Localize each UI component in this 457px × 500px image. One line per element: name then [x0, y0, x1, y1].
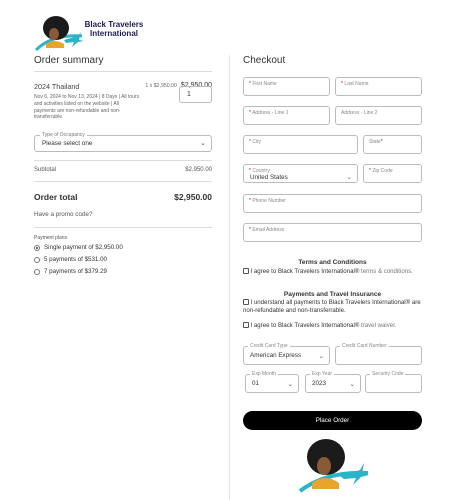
item-description: Nov 6, 2024 to Nov 13, 2024 | 8 Days | A…	[34, 94, 140, 121]
phone-label: * Phone Number	[249, 198, 286, 204]
divider	[34, 71, 212, 72]
terms-checkbox-row[interactable]: I agree to Black Travelers International…	[243, 268, 422, 276]
payments-text: I understand all payments to Black Trave…	[243, 299, 421, 314]
zip-code-label: * Zip Code	[369, 168, 393, 174]
brand-name: Black Travelers International	[84, 20, 144, 38]
state-label: State*	[369, 139, 383, 145]
payment-plan-option[interactable]: 5 payments of $531.00	[34, 256, 107, 263]
chevron-down-icon: ⌄	[200, 140, 206, 147]
quantity-input[interactable]: 1	[179, 86, 212, 103]
logo-mark-icon	[298, 439, 369, 493]
payment-plan-option[interactable]: Single payment of $2,950.00	[34, 244, 123, 251]
payment-plans-label: Payment plans	[34, 235, 68, 241]
promo-code-link[interactable]: Have a promo code?	[34, 211, 92, 218]
brand-logo[interactable]: Black Travelers International	[34, 14, 149, 52]
card-number-field[interactable]: Credit Card Number	[335, 343, 422, 365]
card-type-label: Credit Card Type	[248, 343, 290, 349]
place-order-button[interactable]: Place Order	[243, 411, 422, 430]
brand-name-line2: International	[89, 29, 138, 38]
payments-title: Payments and Travel Insurance	[283, 291, 382, 298]
occupancy-value: Please select one	[42, 140, 93, 147]
waiver-text: I agree to Black Travelers International…	[250, 322, 362, 329]
country-value: United States	[250, 174, 288, 181]
chevron-down-icon: ⌄	[346, 174, 352, 181]
city-label: * City	[249, 139, 261, 145]
payment-plan-label: 7 payments of $379.29	[44, 268, 107, 275]
item-qty-price: 1 x $2,950.00	[145, 83, 177, 89]
checkbox-icon[interactable]	[243, 322, 249, 328]
column-divider	[229, 55, 230, 500]
waiver-link[interactable]: travel waiver.	[361, 322, 397, 329]
order-summary-heading: Order summary	[34, 55, 104, 66]
payment-plan-option[interactable]: 7 payments of $379.29	[34, 268, 107, 275]
city-field[interactable]: * City	[243, 135, 358, 154]
occupancy-select[interactable]: Type of Occupancy Please select one ⌄	[34, 132, 212, 152]
card-number-label: Credit Card Number	[340, 343, 389, 349]
terms-link[interactable]: terms & conditions.	[361, 268, 413, 275]
state-field[interactable]: State*	[363, 135, 422, 154]
last-name-label: * Last Name	[341, 81, 369, 87]
payments-checkbox-row[interactable]: I understand all payments to Black Trave…	[243, 299, 422, 314]
country-select[interactable]: * Country United States ⌄	[243, 164, 358, 183]
address-line1-field[interactable]: * Address - Line 1	[243, 106, 330, 125]
first-name-label: * First Name	[249, 81, 277, 87]
zip-code-field[interactable]: * Zip Code	[363, 164, 422, 183]
payment-plan-label: 5 payments of $531.00	[44, 256, 107, 263]
exp-month-label: Exp Month	[250, 371, 278, 377]
divider	[34, 160, 212, 161]
exp-month-value: 01	[252, 380, 260, 387]
card-type-select[interactable]: Credit Card Type American Express ⌄	[243, 343, 330, 365]
terms-text: I agree to Black Travelers International…	[250, 268, 362, 275]
subtotal-row: Subtotal $2,950.00	[34, 167, 212, 173]
exp-year-label: Exp Year	[310, 371, 335, 377]
email-label: * Email Address	[249, 227, 285, 233]
payment-plan-label: Single payment of $2,950.00	[44, 244, 123, 251]
divider	[34, 181, 212, 182]
checkbox-icon[interactable]	[243, 299, 249, 305]
subtotal-label: Subtotal	[34, 167, 57, 173]
radio-icon[interactable]	[34, 268, 40, 275]
checkbox-icon[interactable]	[243, 268, 249, 274]
divider	[34, 227, 212, 228]
chevron-down-icon: ⌄	[349, 381, 355, 388]
order-summary-panel: Order summary 2024 Thailand 1 x $2,950.0…	[34, 55, 212, 275]
chevron-down-icon: ⌄	[318, 353, 324, 360]
brand-name-line1: Black Travelers	[84, 20, 144, 29]
radio-icon[interactable]	[34, 244, 40, 251]
waiver-checkbox-row[interactable]: I agree to Black Travelers International…	[243, 322, 422, 330]
subtotal-value: $2,950.00	[185, 167, 212, 173]
checkout-heading: Checkout	[243, 55, 286, 66]
first-name-field[interactable]: * First Name	[243, 77, 330, 96]
email-field[interactable]: * Email Address	[243, 223, 422, 242]
checkout-panel: Checkout * First Name * Last Name * Addr…	[243, 55, 422, 430]
total-label: Order total	[34, 192, 78, 202]
total-value: $2,950.00	[174, 192, 212, 202]
total-row: Order total $2,950.00	[34, 192, 212, 202]
terms-title: Terms and Conditions	[298, 259, 367, 266]
card-type-value: American Express	[250, 352, 302, 359]
address-line2-field[interactable]: Address - Line 2	[335, 106, 422, 125]
address-line2-label: Address - Line 2	[341, 110, 378, 116]
exp-year-value: 2023	[312, 380, 327, 387]
exp-year-select[interactable]: Exp Year 2023 ⌄	[305, 371, 361, 393]
address-line1-label: * Address - Line 1	[249, 110, 289, 116]
logo-mark-icon	[34, 16, 84, 52]
exp-month-select[interactable]: Exp Month 01 ⌄	[245, 371, 299, 393]
radio-icon[interactable]	[34, 256, 40, 263]
security-code-field[interactable]: Security Code	[365, 371, 422, 393]
last-name-field[interactable]: * Last Name	[335, 77, 422, 96]
item-name: 2024 Thailand	[34, 82, 80, 91]
chevron-down-icon: ⌄	[287, 381, 293, 388]
security-code-label: Security Code	[370, 371, 406, 377]
occupancy-label: Type of Occupancy	[40, 132, 87, 138]
phone-field[interactable]: * Phone Number	[243, 194, 422, 213]
